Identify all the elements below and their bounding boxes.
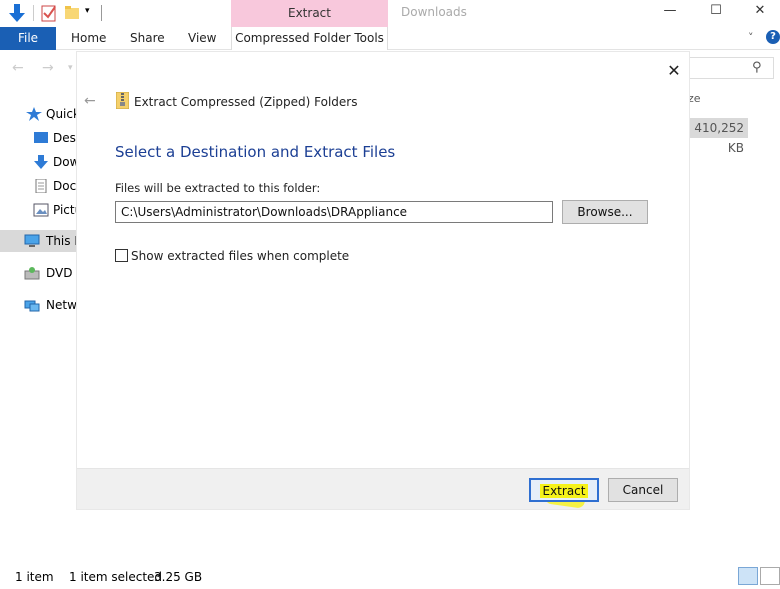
navigation-pane: Quick access Desktop Downloads Documents… (0, 100, 78, 560)
computer-icon (24, 234, 40, 247)
destination-path-input[interactable]: C:\Users\Administrator\Downloads\DRAppli… (115, 201, 553, 223)
selection-size: 3.25 GB (154, 570, 203, 584)
tab-view[interactable]: View (188, 27, 216, 50)
customize-dropdown-icon[interactable]: ▾ (85, 6, 90, 16)
cancel-button[interactable]: Cancel (608, 478, 678, 502)
network-icon (24, 300, 40, 312)
item-count: 1 item (15, 570, 54, 584)
new-folder-icon[interactable] (64, 5, 80, 20)
extract-button-label: Extract (539, 484, 589, 498)
window-title: Downloads (401, 5, 467, 19)
download-arrow-icon[interactable] (8, 3, 26, 23)
maximize-button[interactable]: ☐ (696, 0, 736, 24)
details-view-icon[interactable] (738, 567, 758, 585)
context-tab-header: Extract (231, 0, 388, 27)
minimize-button[interactable]: — (650, 0, 690, 24)
status-bar: 1 item 1 item selected 3.25 GB (0, 566, 780, 589)
document-icon (35, 179, 47, 193)
ribbon-expand-icon[interactable]: ˅ (748, 31, 754, 44)
separator (101, 5, 102, 21)
ribbon-tabs (0, 27, 780, 50)
tab-file[interactable]: File (0, 27, 56, 50)
extract-dialog (77, 52, 689, 509)
zip-folder-icon (116, 92, 129, 109)
selection-status: 1 item selected (69, 570, 163, 584)
nav-item-documents[interactable]: Documents (0, 175, 78, 197)
show-files-checkbox[interactable] (115, 249, 128, 262)
nav-item-dvd-drive[interactable]: DVD Drive (0, 262, 78, 284)
tab-compressed-folder-tools[interactable]: Compressed Folder Tools (231, 27, 388, 50)
dialog-heading: Select a Destination and Extract Files (115, 143, 396, 161)
destination-label: Files will be extracted to this folder: (115, 181, 321, 195)
dvd-icon (24, 267, 40, 280)
properties-icon[interactable] (41, 4, 57, 22)
pictures-icon (33, 203, 49, 217)
nav-item-quick-access[interactable]: Quick access (0, 103, 78, 125)
search-icon[interactable]: ⚲ (752, 60, 762, 75)
large-icons-view-icon[interactable] (760, 567, 780, 585)
forward-arrow-icon[interactable]: → (42, 60, 54, 76)
size-column-header[interactable]: ze (688, 92, 701, 105)
desktop-icon (34, 132, 48, 143)
tab-share[interactable]: Share (130, 27, 165, 50)
browse-button[interactable]: Browse... (562, 200, 648, 224)
star-icon (26, 107, 42, 121)
size-cell: 410,252 KB (688, 118, 748, 155)
nav-item-downloads[interactable]: Downloads (0, 151, 78, 173)
dialog-close-button[interactable]: ✕ (662, 60, 686, 82)
nav-item-network[interactable]: Network (0, 294, 78, 316)
tab-home[interactable]: Home (71, 27, 106, 50)
nav-item-desktop[interactable]: Desktop (0, 127, 78, 149)
download-arrow-icon (34, 155, 48, 169)
extract-button[interactable]: Extract (529, 478, 599, 502)
recent-dropdown-icon[interactable]: ▾ (68, 63, 73, 73)
dialog-back-icon[interactable]: ← (84, 93, 96, 109)
show-files-label: Show extracted files when complete (131, 249, 350, 263)
nav-item-pictures[interactable]: Pictures (0, 199, 78, 221)
nav-item-this-pc[interactable]: This PC (0, 230, 78, 252)
dialog-title: Extract Compressed (Zipped) Folders (134, 95, 358, 109)
back-arrow-icon[interactable]: ← (12, 60, 24, 76)
separator (33, 5, 34, 21)
help-icon[interactable]: ? (766, 30, 780, 44)
close-button[interactable]: ✕ (740, 0, 780, 24)
